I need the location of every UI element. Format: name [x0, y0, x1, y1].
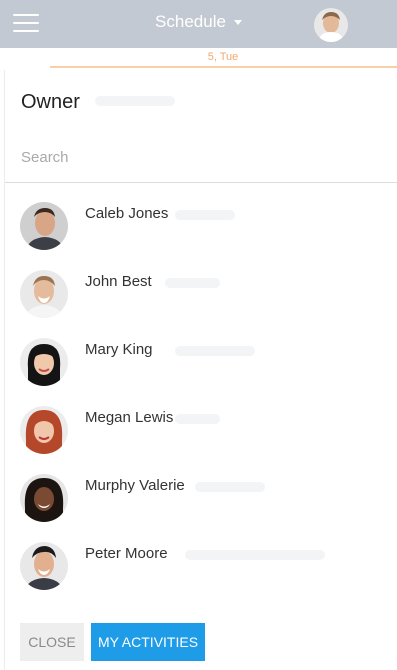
background-text	[95, 96, 175, 106]
date-label: 5, Tue	[207, 51, 239, 63]
page-title: Schedule	[155, 12, 226, 31]
avatar	[20, 270, 68, 318]
avatar	[20, 474, 68, 522]
hamburger-menu-icon[interactable]	[13, 14, 39, 34]
owner-name: Megan Lewis	[85, 409, 174, 426]
avatar	[20, 202, 68, 250]
owner-name: Caleb Jones	[85, 205, 169, 222]
owner-item-mary-king[interactable]: Mary King	[5, 334, 397, 402]
owner-item-murphy-valerie[interactable]: Murphy Valerie	[5, 470, 397, 538]
owner-item-john-best[interactable]: John Best	[5, 266, 397, 334]
panel-actions: CLOSE MY ACTIVITIES	[20, 623, 205, 661]
today-marker	[50, 66, 397, 68]
owner-panel: Owner Caleb Jones	[4, 70, 397, 670]
user-avatar[interactable]	[314, 8, 348, 42]
my-activities-button[interactable]: MY ACTIVITIES	[91, 623, 205, 661]
owner-list: Caleb Jones John Best Mary King Megan Le…	[5, 198, 397, 606]
avatar	[20, 338, 68, 386]
owner-name: John Best	[85, 273, 152, 290]
owner-item-peter-moore[interactable]: Peter Moore	[5, 538, 397, 606]
owner-item-caleb-jones[interactable]: Caleb Jones	[5, 198, 397, 266]
avatar	[20, 542, 68, 590]
schedule-date-strip: 5, Tue	[0, 48, 397, 70]
avatar	[20, 406, 68, 454]
owner-name: Peter Moore	[85, 545, 168, 562]
owner-name: Murphy Valerie	[85, 477, 185, 494]
owner-name: Mary King	[85, 341, 153, 358]
search-input[interactable]	[5, 132, 381, 182]
panel-title: Owner	[21, 91, 80, 113]
caret-down-icon	[233, 20, 242, 26]
close-button[interactable]: CLOSE	[20, 623, 84, 661]
app-bar: Schedule	[0, 0, 397, 48]
owner-item-megan-lewis[interactable]: Megan Lewis	[5, 402, 397, 470]
search-bar	[5, 132, 397, 183]
